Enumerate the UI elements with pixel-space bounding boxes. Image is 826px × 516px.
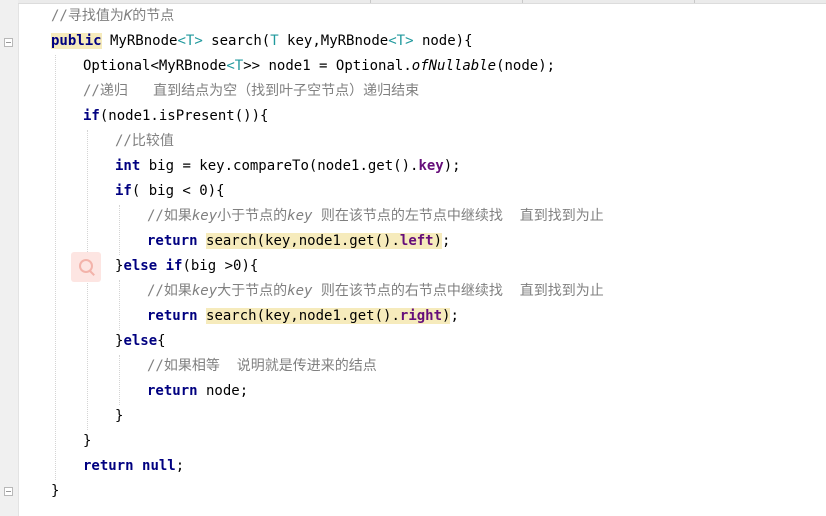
code-line: //如果相等 说明就是传进来的结点 (147, 358, 377, 374)
indent-guide (119, 205, 120, 255)
indent-guide (119, 355, 120, 405)
code-line: }else if(big >0){ (115, 258, 259, 274)
search-magnifier-icon[interactable] (71, 252, 101, 282)
code-line: public MyRBnode<T> search(T key,MyRBnode… (51, 33, 473, 49)
code-line: //如果key大于节点的key 则在该节点的右节点中继续找 直到找到为止 (147, 283, 604, 299)
code-line: return search(key,node1.get().right); (147, 308, 459, 324)
code-line: int big = key.compareTo(node1.get().key)… (115, 158, 461, 174)
indent-guide (119, 280, 120, 330)
code-line: } (83, 433, 92, 449)
code-line: return search(key,node1.get().left); (147, 233, 451, 249)
fold-marker-icon[interactable] (4, 487, 13, 496)
code-line: if( big < 0){ (115, 183, 225, 199)
code-line: } (51, 483, 60, 499)
code-line: //比较值 (115, 133, 174, 149)
code-line: //如果key小于节点的key 则在该节点的左节点中继续找 直到找到为止 (147, 208, 604, 224)
code-line: } (115, 408, 124, 424)
editor-gutter (0, 0, 19, 516)
code-line: //递归 直到结点为空（找到叶子空节点）递归结束 (83, 83, 420, 99)
code-line: return null; (83, 458, 185, 474)
code-line: }else{ (115, 333, 166, 349)
indent-guide (55, 55, 56, 480)
code-line: return node; (147, 383, 249, 399)
code-line: Optional<MyRBnode<T>> node1 = Optional.o… (83, 58, 556, 74)
fold-marker-icon[interactable] (4, 38, 13, 47)
code-line: //寻找值为K的节点 (51, 8, 175, 24)
code-line: if(node1.isPresent()){ (83, 108, 269, 124)
